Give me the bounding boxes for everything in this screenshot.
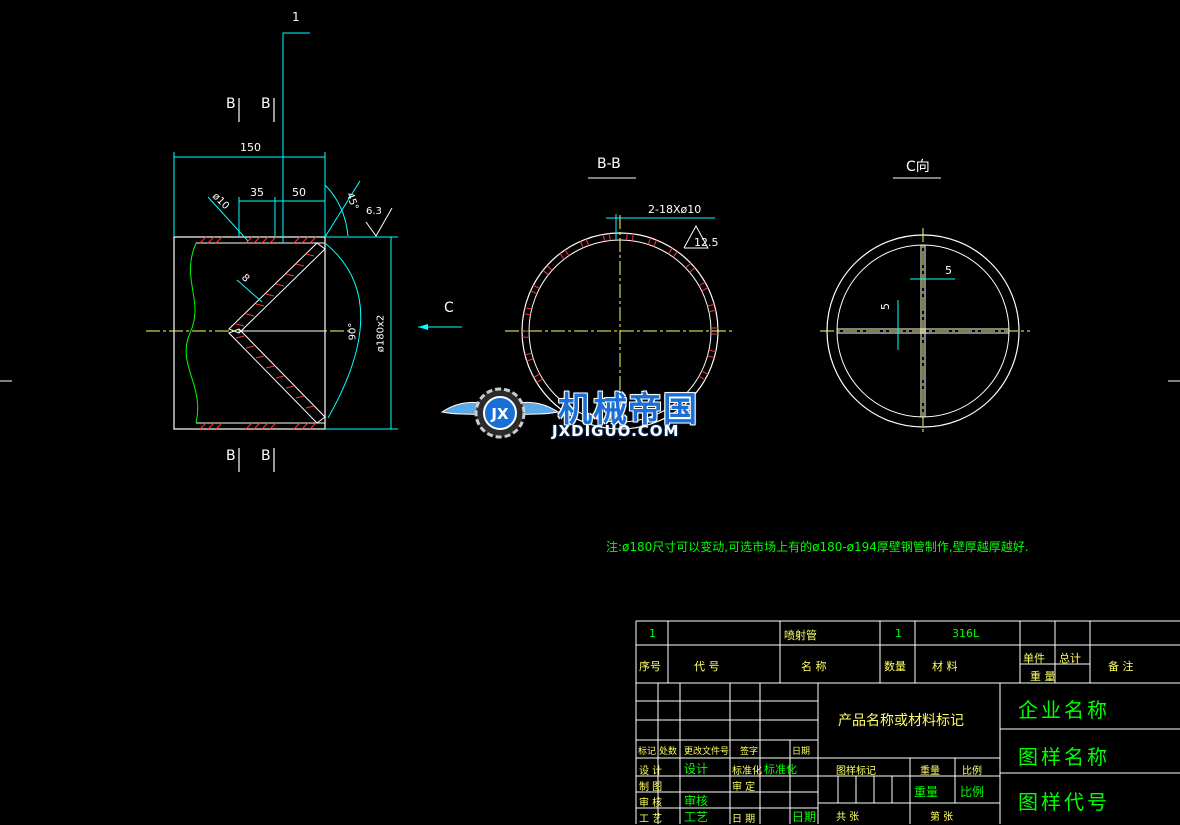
section-b-label-br: B (261, 448, 271, 464)
product-name: 产品名称或材料标记 (838, 710, 964, 730)
header-total: 总计 (1059, 650, 1081, 666)
sign-header-mark: 标记 (638, 744, 656, 757)
bb-hole-mark (525, 353, 532, 355)
bb-hole-mark (708, 356, 715, 358)
date-sig: 日期 (792, 808, 816, 825)
c-view (820, 178, 1030, 434)
bb-hole-mark (673, 251, 677, 257)
bb-hole-mark (609, 234, 610, 241)
scale-value: 比例 (960, 783, 984, 800)
bb-hole-mark (686, 263, 691, 268)
bb-hole-mark (543, 270, 548, 274)
drawing-name: 图样名称 (1018, 741, 1110, 770)
design-sig: 设计 (684, 760, 708, 777)
row1-name: 喷射管 (784, 627, 817, 643)
bb-holes-label: 2-18Xø10 (648, 203, 701, 216)
label-design: 设 计 (639, 762, 662, 777)
roughness-6-3: 6.3 (366, 206, 382, 217)
bb-hole-mark (565, 250, 569, 256)
label-date: 日 期 (732, 810, 755, 825)
weight-value: 重量 (914, 783, 938, 800)
bb-hole-mark (586, 239, 589, 245)
view-arrow-c: C (444, 300, 454, 316)
bb-roughness: 12.5 (694, 236, 719, 249)
bb-hole-mark (654, 240, 656, 247)
label-process: 工 艺 (639, 810, 662, 825)
gear-wings-icon: JX (440, 378, 560, 448)
drawing-code: 图样代号 (1018, 786, 1110, 815)
label-sheet-no: 第 张 (930, 808, 953, 823)
bb-hole-mark (527, 359, 534, 361)
label-approve: 审 定 (732, 778, 755, 793)
logo-mark: JX (490, 405, 509, 423)
bb-hole-mark (581, 241, 584, 247)
dim-150: 150 (240, 141, 261, 154)
bb-hole-mark (709, 350, 716, 352)
front-view (146, 33, 462, 472)
bb-hole-mark (560, 253, 564, 259)
section-bb-title: B-B (597, 156, 621, 172)
section-b-label-tr: B (261, 96, 271, 112)
header-qty: 数量 (884, 658, 906, 674)
bb-hole-mark (708, 304, 715, 306)
dim-50: 50 (292, 186, 306, 199)
label-check: 审 核 (639, 794, 662, 809)
sign-header-sign: 签字 (740, 744, 758, 757)
c-dim-5-vertical: 5 (879, 303, 892, 310)
bb-hole-mark (709, 310, 716, 312)
dim-35: 35 (250, 186, 264, 199)
row1-material: 316L (952, 627, 979, 640)
company-name: 企业名称 (1018, 694, 1110, 723)
check-sig: 审核 (684, 792, 708, 809)
row1-qty: 1 (895, 627, 902, 640)
bb-hole-mark (533, 285, 539, 288)
drawing-note: 注:ø180尺寸可以变动,可选市场上有的ø180-ø194厚壁钢管制作,壁厚越厚… (606, 538, 1029, 555)
bb-hole-mark (632, 234, 633, 241)
bb-hole-mark (603, 234, 604, 241)
sign-header-date: 日期 (792, 744, 810, 757)
c-view-title: C向 (906, 156, 930, 176)
sign-header-count: 处数 (659, 744, 677, 757)
label-draw: 制 图 (639, 778, 662, 793)
leader-label-1: 1 (292, 10, 300, 24)
section-b-label-bl: B (226, 448, 236, 464)
sign-header-change: 更改文件号 (684, 744, 729, 757)
bb-hole-mark (534, 374, 540, 378)
c-dim-5-horizontal: 5 (945, 264, 952, 277)
standard-sig: 标准化 (764, 761, 797, 777)
bb-hole-mark (690, 268, 695, 273)
label-weight: 重量 (920, 762, 940, 777)
bb-hole-mark (524, 314, 531, 315)
bb-hole-mark (668, 248, 672, 254)
section-b-label-tl: B (226, 96, 236, 112)
dim-phi180: ø180x2 (375, 315, 386, 353)
header-weight: 重 量 (1030, 668, 1056, 684)
label-sheets-total: 共 张 (836, 808, 859, 823)
bb-hole-mark (648, 238, 650, 245)
bb-hole-mark (702, 371, 708, 374)
watermark: JX 机械帝国 JXDIGUO.COM (440, 378, 740, 448)
label-standard: 标准化 (732, 762, 762, 777)
header-material: 材 料 (932, 658, 958, 674)
header-remark: 备 注 (1108, 658, 1134, 674)
row1-no: 1 (649, 627, 656, 640)
bb-hole-mark (627, 233, 628, 240)
bb-hole-mark (547, 266, 552, 270)
bb-hole-mark (699, 282, 705, 285)
bb-hole-mark (702, 288, 708, 291)
dim-90deg: 90° (347, 323, 358, 341)
header-name: 名 称 (801, 658, 827, 674)
watermark-url: JXDIGUO.COM (552, 422, 679, 440)
label-scale: 比例 (962, 762, 982, 777)
label-drawing-mark: 图样标记 (836, 762, 876, 777)
header-no: 序号 (639, 658, 661, 674)
header-code: 代 号 (694, 658, 720, 674)
bb-hole-mark (531, 291, 537, 294)
process-sig: 工艺 (684, 808, 708, 825)
header-unit: 单件 (1023, 650, 1045, 666)
bb-hole-mark (525, 308, 532, 309)
